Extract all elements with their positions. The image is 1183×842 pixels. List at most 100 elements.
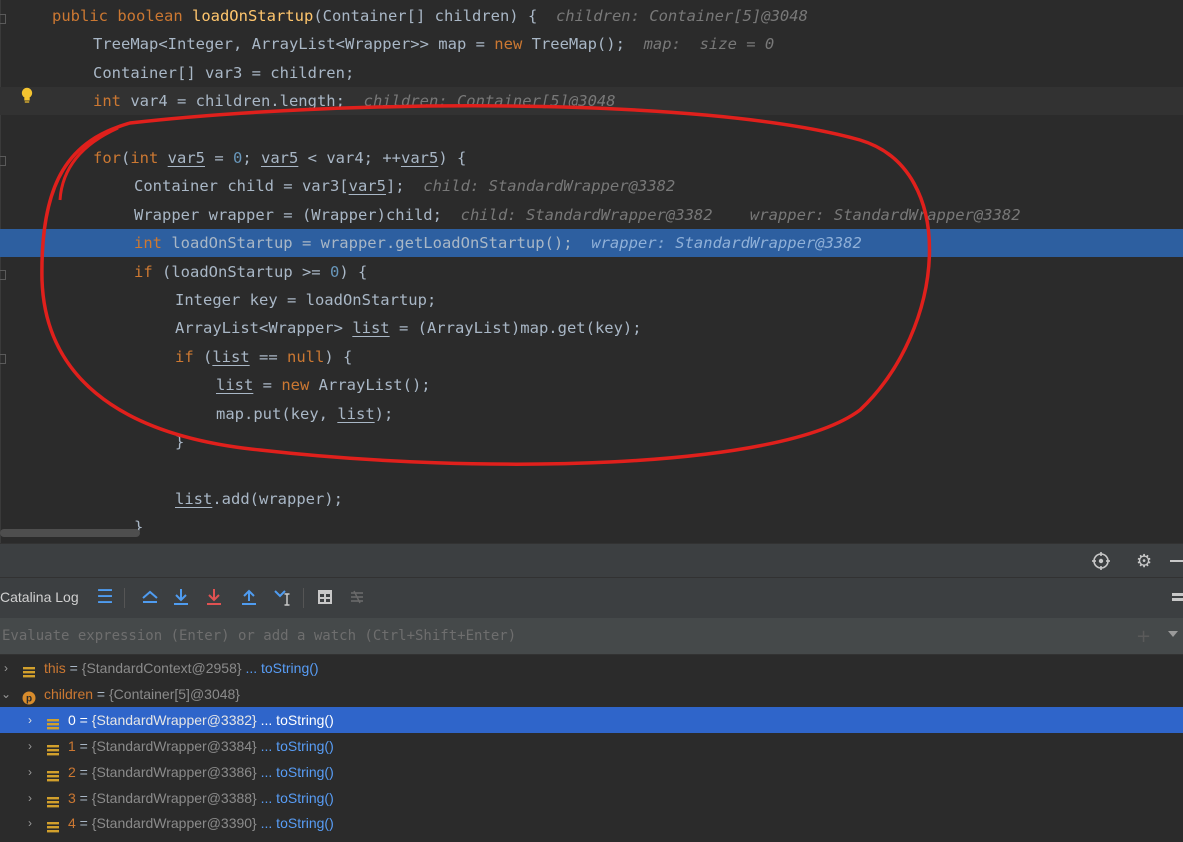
code-token: if xyxy=(134,262,162,281)
code-line[interactable]: int var4 = children.length; children: Co… xyxy=(0,87,1183,116)
code-line[interactable]: if (list == null) { xyxy=(0,343,1183,371)
code-line[interactable]: for(int var5 = 0; var5 < var4; ++var5) { xyxy=(0,144,1183,172)
evaluate-expression-input[interactable] xyxy=(0,618,1122,654)
code-token: map.put(key, xyxy=(216,404,338,423)
fold-marker-icon[interactable] xyxy=(0,354,6,364)
code-token: TreeMap(); xyxy=(531,35,644,54)
code-line[interactable]: map.put(key, list); xyxy=(0,400,1183,428)
code-line[interactable]: } xyxy=(0,428,1183,456)
debug-header: ⚙ xyxy=(0,543,1183,578)
fold-marker-icon[interactable] xyxy=(0,14,6,24)
layout-icon[interactable] xyxy=(1172,590,1183,604)
inline-debug-value: children: Container[5]@3048 xyxy=(363,92,616,111)
variable-row[interactable]: ⌄ p children = {Container[5]@3048} xyxy=(0,681,1183,707)
lightbulb-icon[interactable] xyxy=(20,87,34,105)
fold-marker-icon[interactable] xyxy=(0,270,6,280)
chevron-right-icon[interactable]: › xyxy=(24,810,36,836)
code-token: ; xyxy=(242,149,262,167)
fold-marker-icon[interactable] xyxy=(0,156,6,166)
variable-name: this xyxy=(44,660,66,676)
tostring-link[interactable]: ... toString() xyxy=(261,815,334,831)
variable-value: {Container[5]@3048} xyxy=(109,685,240,702)
code-token: var4 = children.length; xyxy=(130,92,364,111)
variable-label: 3 = {StandardWrapper@3388} ... toString(… xyxy=(68,785,334,811)
code-text: Container child = var3[var5]; child: Sta… xyxy=(134,172,675,200)
svg-text:p: p xyxy=(26,693,32,704)
variable-row[interactable]: › 3 = {StandardWrapper@3388} ... toString… xyxy=(0,785,1183,811)
code-line[interactable]: list = new ArrayList(); xyxy=(0,371,1183,399)
chevron-right-icon[interactable]: › xyxy=(24,707,36,733)
chevron-down-icon[interactable]: ⌄ xyxy=(0,681,12,707)
code-token: new xyxy=(281,376,319,395)
code-token: = (ArrayList)map.get(key); xyxy=(389,319,642,338)
tostring-link[interactable]: ... toString() xyxy=(261,764,334,780)
tostring-link[interactable]: ... toString() xyxy=(261,738,334,754)
code-token: int xyxy=(134,234,172,253)
code-text: Integer key = loadOnStartup; xyxy=(175,286,436,314)
evaluate-bar: + xyxy=(0,618,1183,655)
code-line[interactable]: TreeMap<Integer, ArrayList<Wrapper>> map… xyxy=(0,30,1183,58)
chevron-right-icon[interactable]: › xyxy=(24,759,36,785)
code-token: ) { xyxy=(339,262,368,281)
code-text: TreeMap<Integer, ArrayList<Wrapper>> map… xyxy=(93,30,774,58)
code-line[interactable]: public boolean loadOnStartup(Container[]… xyxy=(0,2,1183,30)
code-token: list xyxy=(175,489,213,508)
tab-catalina-log[interactable]: Catalina Log xyxy=(0,589,79,605)
variable-row[interactable]: › 1 = {StandardWrapper@3384} ... toString… xyxy=(0,733,1183,759)
code-line[interactable] xyxy=(0,456,1183,484)
variable-row[interactable]: › 0 = {StandardWrapper@3382} ... toString… xyxy=(0,706,1183,733)
tostring-link[interactable]: ... toString() xyxy=(261,790,334,806)
code-line[interactable]: Container[] var3 = children; xyxy=(0,59,1183,87)
code-token: ) { xyxy=(438,149,467,167)
code-editor[interactable]: public boolean loadOnStartup(Container[]… xyxy=(0,0,1183,543)
tostring-link[interactable]: ... toString() xyxy=(245,660,318,676)
variable-label: 1 = {StandardWrapper@3384} ... toString(… xyxy=(68,733,334,759)
chevron-right-icon[interactable]: › xyxy=(0,655,12,681)
code-token: = xyxy=(205,149,233,167)
step-into-icon[interactable] xyxy=(203,586,225,608)
code-line[interactable]: Wrapper wrapper = (Wrapper)child; child:… xyxy=(0,201,1183,229)
parameter-icon: p xyxy=(22,687,36,705)
code-token: int xyxy=(130,149,168,167)
code-token: (loadOnStartup >= xyxy=(162,262,330,281)
code-token: list xyxy=(337,404,375,423)
code-text: if (loadOnStartup >= 0) { xyxy=(134,258,367,286)
variable-row[interactable]: › 2 = {StandardWrapper@3386} ... toString… xyxy=(0,759,1183,785)
horizontal-scrollbar[interactable] xyxy=(0,529,140,537)
equals-sign: = xyxy=(93,685,109,702)
step-out-icon[interactable] xyxy=(238,586,260,608)
add-watch-icon[interactable]: + xyxy=(1136,626,1151,647)
chevron-right-icon[interactable]: › xyxy=(24,733,36,759)
tostring-link[interactable]: ... toString() xyxy=(261,712,334,728)
code-token: list xyxy=(352,319,390,338)
toolbar-divider xyxy=(124,588,125,608)
code-line[interactable]: ArrayList<Wrapper> list = (ArrayList)map… xyxy=(0,314,1183,342)
chevron-down-icon[interactable] xyxy=(1168,631,1178,637)
code-line[interactable]: Integer key = loadOnStartup; xyxy=(0,286,1183,314)
evaluate-icon[interactable] xyxy=(314,586,336,608)
minimize-icon[interactable] xyxy=(1170,560,1183,562)
code-token: < var4; ++ xyxy=(298,149,401,167)
variables-tree: › this = {StandardContext@2958} ... toStr… xyxy=(0,655,1183,834)
code-line[interactable] xyxy=(0,116,1183,144)
gear-icon[interactable]: ⚙ xyxy=(1136,551,1152,572)
variable-row[interactable]: › this = {StandardContext@2958} ... toStr… xyxy=(0,655,1183,681)
inline-debug-value: child: StandardWrapper@3382 wrapper: Sta… xyxy=(460,205,1021,224)
trace-icon[interactable] xyxy=(346,586,368,608)
field-icon xyxy=(46,816,60,833)
crosshair-icon[interactable] xyxy=(1092,552,1110,570)
variable-row[interactable]: › 4 = {StandardWrapper@3390} ... toString… xyxy=(0,810,1183,836)
run-to-cursor-icon[interactable] xyxy=(272,586,294,608)
menu-icon[interactable]: ☰ xyxy=(94,586,116,608)
code-text: int loadOnStartup = wrapper.getLoadOnSta… xyxy=(134,229,862,257)
code-line[interactable]: list.add(wrapper); xyxy=(0,485,1183,513)
show-execution-point-icon[interactable] xyxy=(139,586,161,608)
code-line[interactable]: Container child = var3[var5]; child: Sta… xyxy=(0,172,1183,200)
code-line[interactable]: if (loadOnStartup >= 0) { xyxy=(0,258,1183,286)
variable-value: {StandardWrapper@3384} xyxy=(91,737,257,754)
execution-point-line[interactable]: int loadOnStartup = wrapper.getLoadOnSta… xyxy=(0,229,1183,258)
code-token: null xyxy=(287,347,325,366)
code-line[interactable]: } xyxy=(0,513,1183,541)
chevron-right-icon[interactable]: › xyxy=(24,785,36,811)
step-over-icon[interactable] xyxy=(170,586,192,608)
